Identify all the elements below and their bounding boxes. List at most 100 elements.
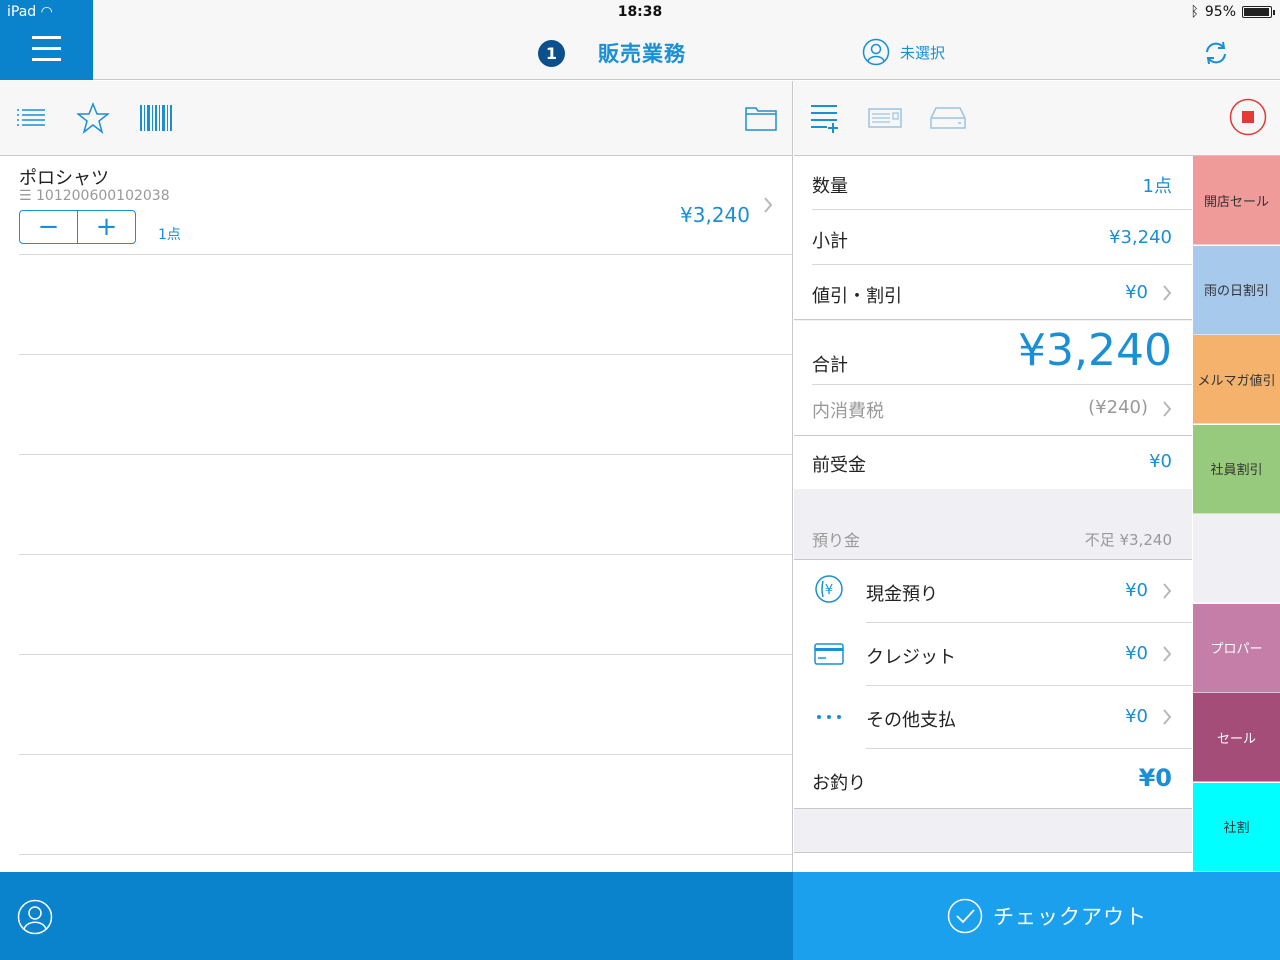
- item-code-value: 101200600102038: [36, 188, 170, 204]
- discount-value: ¥0: [1125, 282, 1148, 303]
- subtotal-label: 小計: [812, 231, 848, 252]
- chevron-right-icon: [1163, 583, 1172, 599]
- discount-button[interactable]: 雨の日割引: [1193, 245, 1280, 335]
- pane-divider: [792, 81, 793, 872]
- checkmark-icon: [947, 898, 983, 934]
- payment-block: ¥ 現金預り ¥0 クレジット ¥0 その他支払 ¥0 お釣り ¥0: [794, 560, 1192, 808]
- checkout-button[interactable]: チェックアウト: [793, 872, 1280, 960]
- star-icon[interactable]: [77, 102, 109, 134]
- cash-payment-row[interactable]: ¥ 現金預り ¥0: [794, 560, 1192, 622]
- hamburger-icon-bar: [32, 47, 61, 50]
- order-summary: 数量 1点 小計 ¥3,240 値引・割引 ¥0 合計 ¥3,240 内消費税 …: [794, 156, 1192, 872]
- discount-button[interactable]: 開店セール: [1193, 156, 1280, 245]
- chevron-right-icon: [764, 197, 773, 213]
- refresh-icon[interactable]: [1203, 40, 1229, 66]
- register-number-badge: 1: [538, 39, 565, 67]
- page-title: 1 販売業務: [538, 38, 686, 68]
- cash-value: ¥0: [1125, 580, 1148, 601]
- add-list-icon[interactable]: [809, 102, 839, 134]
- battery-icon: [1242, 6, 1275, 18]
- change-value: ¥0: [1138, 764, 1172, 792]
- code-icon: ☰: [19, 188, 32, 204]
- right-toolbar: [794, 81, 1280, 156]
- stop-icon[interactable]: [1229, 98, 1267, 136]
- row-divider: [812, 209, 1192, 210]
- advance-value: ¥0: [1149, 451, 1172, 472]
- row-divider: [19, 254, 792, 255]
- discount-button[interactable]: プロパー: [1193, 603, 1280, 693]
- other-payment-row[interactable]: その他支払 ¥0: [794, 686, 1192, 748]
- credit-label: クレジット: [866, 647, 956, 668]
- checkout-label: チェックアウト: [993, 905, 1147, 929]
- row-divider: [19, 354, 792, 355]
- quantity-label: 数量: [812, 176, 848, 197]
- tax-label: 内消費税: [812, 401, 884, 422]
- page-title-text: 販売業務: [598, 42, 686, 66]
- status-bar: iPad ◠ 18:38 ᛒ 95%: [0, 0, 1280, 26]
- barcode-icon[interactable]: [139, 102, 173, 134]
- discount-row[interactable]: 値引・割引 ¥0: [794, 265, 1192, 319]
- row-divider: [866, 748, 1192, 749]
- customer-select-button[interactable]: 未選択: [862, 38, 945, 66]
- advance-row: 前受金 ¥0: [794, 436, 1192, 489]
- left-toolbar: [0, 81, 793, 156]
- item-price: ¥3,240: [680, 203, 750, 227]
- total-label: 合計: [812, 355, 848, 376]
- person-icon: [862, 38, 890, 66]
- card-reader-icon[interactable]: [868, 102, 902, 134]
- discount-label: 値引・割引: [812, 286, 902, 307]
- footer-bar: [0, 872, 793, 960]
- credit-payment-row[interactable]: クレジット ¥0: [794, 623, 1192, 685]
- total-value: ¥3,240: [1018, 325, 1172, 376]
- discount-button[interactable]: [1193, 514, 1280, 603]
- customer-label: 未選択: [900, 43, 946, 62]
- deposit-header: 預り金 不足 ¥3,240: [794, 489, 1192, 559]
- battery-percent: 95%: [1204, 4, 1236, 20]
- list-item[interactable]: ポロシャツ ☰ 101200600102038 − + 1点 ¥3,240: [0, 156, 792, 254]
- discount-button[interactable]: セール: [1193, 693, 1280, 782]
- item-code: ☰ 101200600102038: [19, 188, 170, 204]
- deposit-label: 預り金: [812, 531, 861, 550]
- quantity-value: 1点: [1142, 176, 1172, 197]
- discount-button[interactable]: 社員割引: [1193, 424, 1280, 514]
- discount-button[interactable]: 社割: [1193, 782, 1280, 872]
- list-icon[interactable]: [16, 102, 46, 134]
- svg-text:¥: ¥: [825, 583, 833, 598]
- quantity-stepper[interactable]: − +: [19, 210, 136, 244]
- credit-value: ¥0: [1125, 643, 1148, 664]
- section-divider: [794, 808, 1192, 809]
- summary-block-top: 数量 1点 小計 ¥3,240 値引・割引 ¥0: [794, 156, 1192, 319]
- item-name: ポロシャツ: [19, 168, 109, 189]
- row-divider: [19, 854, 792, 855]
- credit-card-icon: [814, 643, 844, 665]
- folder-icon[interactable]: [745, 102, 777, 134]
- cart-item-list: ポロシャツ ☰ 101200600102038 − + 1点 ¥3,240: [0, 156, 792, 872]
- decrement-button[interactable]: −: [20, 211, 77, 243]
- section-divider: [794, 319, 1192, 320]
- chevron-right-icon: [1163, 646, 1172, 662]
- shortage-value: 不足 ¥3,240: [1084, 531, 1172, 549]
- row-divider: [19, 654, 792, 655]
- change-label: お釣り: [812, 773, 866, 794]
- hamburger-icon-bar: [32, 58, 61, 61]
- increment-button[interactable]: +: [77, 211, 135, 243]
- bluetooth-icon: ᛒ: [1190, 4, 1199, 20]
- summary-next-row: [794, 853, 1192, 872]
- row-divider: [19, 554, 792, 555]
- yen-coin-icon: ¥: [815, 575, 843, 603]
- chevron-right-icon: [1163, 709, 1172, 725]
- wifi-icon: ◠: [40, 4, 53, 20]
- tax-row[interactable]: 内消費税 (¥240): [794, 385, 1192, 435]
- summary-block-total: 合計 ¥3,240 内消費税 (¥240): [794, 321, 1192, 435]
- device-label: iPad ◠: [7, 4, 53, 20]
- row-divider: [19, 454, 792, 455]
- person-icon[interactable]: [17, 899, 53, 935]
- subtotal-value: ¥3,240: [1109, 227, 1172, 248]
- chevron-right-icon: [1163, 401, 1172, 417]
- discount-button[interactable]: メルマガ値引: [1193, 335, 1280, 424]
- cash-drawer-icon[interactable]: [930, 102, 966, 134]
- status-time: 18:38: [617, 4, 663, 20]
- row-divider: [19, 754, 792, 755]
- other-payment-value: ¥0: [1125, 706, 1148, 727]
- hamburger-icon: [32, 36, 61, 39]
